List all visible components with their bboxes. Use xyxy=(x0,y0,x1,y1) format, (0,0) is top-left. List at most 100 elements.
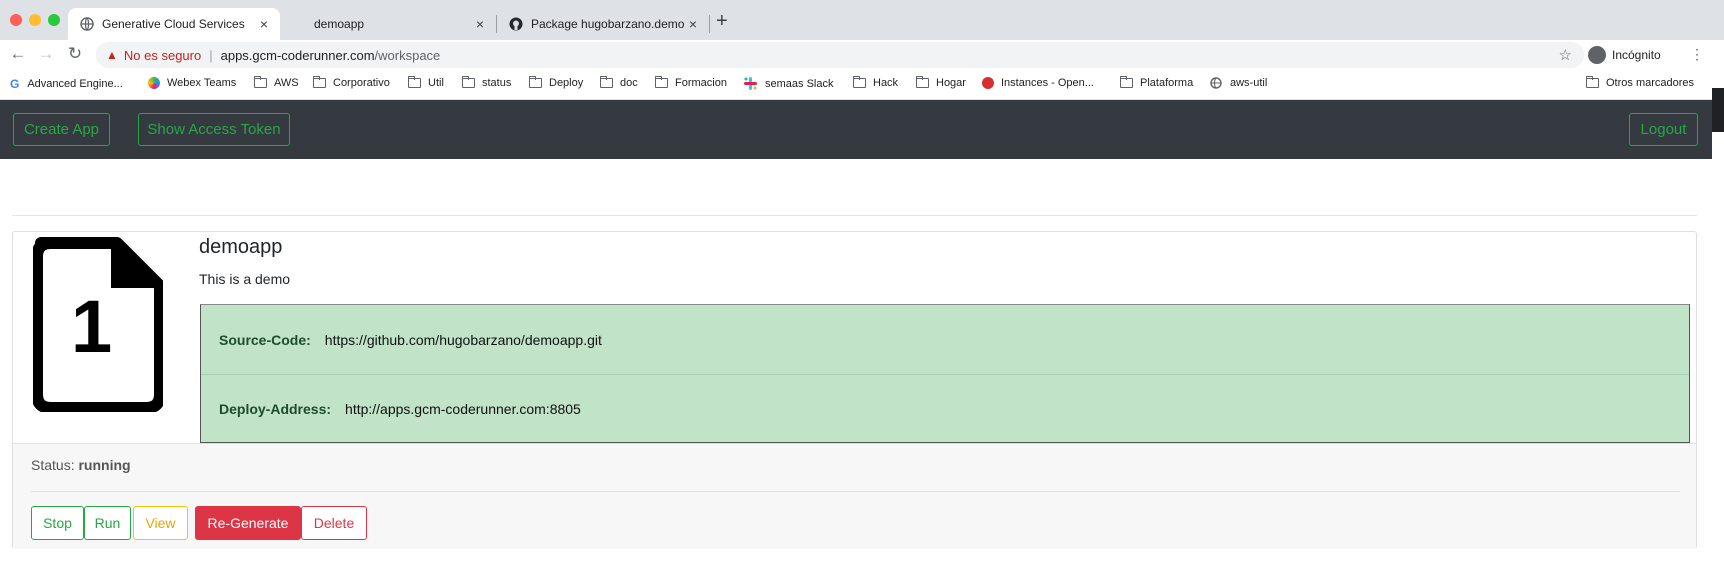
footer-divider xyxy=(31,491,1680,492)
bookmark-label: Formacion xyxy=(675,77,727,89)
logout-button[interactable]: Logout xyxy=(1629,113,1698,146)
deploy-address-label: Deploy-Address: xyxy=(219,401,332,417)
status-label: Status: xyxy=(31,457,75,473)
create-app-button[interactable]: Create App xyxy=(13,113,110,146)
tab-close-icon[interactable]: × xyxy=(256,16,272,32)
folder-icon xyxy=(853,76,866,88)
run-button[interactable]: Run xyxy=(84,506,131,540)
globe-icon xyxy=(80,17,94,31)
show-access-token-button[interactable]: Show Access Token xyxy=(138,113,290,146)
browser-menu-icon[interactable]: ⋮ xyxy=(1690,46,1704,63)
bookmark-label: aws-util xyxy=(1230,77,1268,89)
folder-icon xyxy=(313,76,326,88)
bookmark-item[interactable]: Plataforma xyxy=(1120,76,1194,89)
bookmark-label: Corporativo xyxy=(333,77,390,89)
back-icon[interactable]: ← xyxy=(7,44,29,64)
status-value: running xyxy=(78,457,131,473)
bookmark-item[interactable]: aws-util xyxy=(1210,77,1267,89)
bookmark-label: Deploy xyxy=(549,77,584,89)
other-bookmarks[interactable]: Otros marcadores xyxy=(1586,76,1695,89)
bookmark-item[interactable]: status xyxy=(462,76,512,89)
folder-icon xyxy=(1586,76,1599,88)
bookmark-item[interactable]: Util xyxy=(408,76,444,89)
tab-close-icon[interactable]: × xyxy=(685,16,701,32)
bookmark-item[interactable]: G Advanced Engine... xyxy=(10,77,123,91)
source-code-row: Source-Code: https://github.com/hugobarz… xyxy=(201,305,1689,374)
incognito-badge[interactable]: Incógnito xyxy=(1588,42,1661,68)
tab-close-icon[interactable]: × xyxy=(472,16,488,32)
browser-tab-strip: Generative Cloud Services × demoapp × Pa… xyxy=(0,0,1724,40)
bookmark-item[interactable]: Webex Teams xyxy=(148,77,236,89)
bookmark-label: doc xyxy=(620,77,638,89)
tab-separator xyxy=(709,15,710,33)
deploy-address-value: http://apps.gcm-coderunner.com:8805 xyxy=(345,401,581,417)
bookmark-label: Hack xyxy=(873,77,899,89)
address-separator: | xyxy=(209,47,213,63)
bookmark-label: status xyxy=(482,77,512,89)
window-minimize-dot[interactable] xyxy=(29,14,41,26)
bookmark-label: Plataforma xyxy=(1140,77,1194,89)
bookmark-label: AWS xyxy=(274,77,299,89)
new-tab-icon[interactable]: + xyxy=(716,10,728,33)
app-card-footer: Status: running Stop Run View Re-Generat… xyxy=(13,443,1696,549)
webex-icon xyxy=(148,77,160,89)
bookmark-item[interactable]: Deploy xyxy=(529,76,584,89)
page-divider xyxy=(12,215,1697,216)
folder-icon xyxy=(529,76,542,88)
tab-package[interactable]: Package hugobarzano.demoap × xyxy=(497,8,709,40)
folder-icon xyxy=(462,76,475,88)
bookmark-label: Hogar xyxy=(936,77,966,89)
tab-label: Package hugobarzano.demoap xyxy=(531,17,685,31)
source-code-label: Source-Code: xyxy=(219,331,311,348)
bookmark-item[interactable]: doc xyxy=(600,76,638,89)
slack-icon xyxy=(744,77,757,90)
app-icon-number: 1 xyxy=(71,285,113,368)
app-navbar: Create App Show Access Token Logout xyxy=(0,100,1712,159)
bookmarks-bar: G Advanced Engine... Webex Teams AWS Cor… xyxy=(0,70,1724,100)
window-close-dot[interactable] xyxy=(10,14,22,26)
bookmark-item[interactable]: Instances - Open... xyxy=(982,77,1094,89)
bookmark-label: Util xyxy=(428,77,444,89)
globe-icon xyxy=(1210,77,1222,89)
tab-label: Generative Cloud Services xyxy=(102,17,245,31)
stop-button[interactable]: Stop xyxy=(31,506,84,540)
reload-icon[interactable]: ↻ xyxy=(64,44,86,64)
regenerate-button[interactable]: Re-Generate xyxy=(195,506,301,540)
bookmark-label: semaas Slack xyxy=(765,77,834,90)
bookmark-item[interactable]: Hogar xyxy=(916,76,966,89)
bookmark-label: Webex Teams xyxy=(167,77,237,89)
view-button[interactable]: View xyxy=(133,506,188,540)
google-icon: G xyxy=(10,77,20,91)
window-zoom-dot[interactable] xyxy=(48,14,60,26)
bookmark-item[interactable]: AWS xyxy=(254,76,299,89)
window-edge-dark xyxy=(1712,88,1724,132)
deploy-address-row: Deploy-Address: http://apps.gcm-coderunn… xyxy=(201,374,1689,443)
forward-icon[interactable]: → xyxy=(35,44,57,64)
bookmark-item[interactable]: Formacion xyxy=(655,76,727,89)
bookmark-item[interactable]: semaas Slack xyxy=(744,77,833,90)
bookmark-star-icon[interactable]: ☆ xyxy=(1559,46,1572,64)
not-secure-label[interactable]: No es seguro xyxy=(124,48,201,63)
address-bar[interactable]: ▲ No es seguro | apps.gcm-coderunner.com… xyxy=(96,42,1584,68)
source-code-value: https://github.com/hugobarzano/demoapp.g… xyxy=(324,331,602,348)
tab-generative-cloud-services[interactable]: Generative Cloud Services × xyxy=(68,8,280,40)
app-card: 1 demoapp This is a demo Source-Code: ht… xyxy=(12,231,1697,549)
incognito-icon xyxy=(1588,46,1606,64)
delete-button[interactable]: Delete xyxy=(301,506,367,540)
folder-icon xyxy=(1120,76,1133,88)
browser-toolbar: ← → ↻ ▲ No es seguro | apps.gcm-coderunn… xyxy=(0,40,1724,70)
status-line: Status: running xyxy=(31,457,131,473)
address-path: /workspace xyxy=(374,47,441,63)
bookmark-item[interactable]: Hack xyxy=(853,76,899,89)
not-secure-warning-icon[interactable]: ▲ xyxy=(106,48,118,62)
bookmark-label: Advanced Engine... xyxy=(27,78,123,90)
bookmark-label: Instances - Open... xyxy=(1001,77,1094,89)
folder-icon xyxy=(408,76,421,88)
github-icon xyxy=(509,17,523,31)
folder-icon xyxy=(254,76,267,88)
bookmark-label: Otros marcadores xyxy=(1606,77,1695,89)
bookmark-item[interactable]: Corporativo xyxy=(313,76,390,89)
app-description: This is a demo xyxy=(199,271,291,287)
tab-demoapp[interactable]: demoapp × xyxy=(290,8,496,40)
folder-icon xyxy=(916,76,929,88)
